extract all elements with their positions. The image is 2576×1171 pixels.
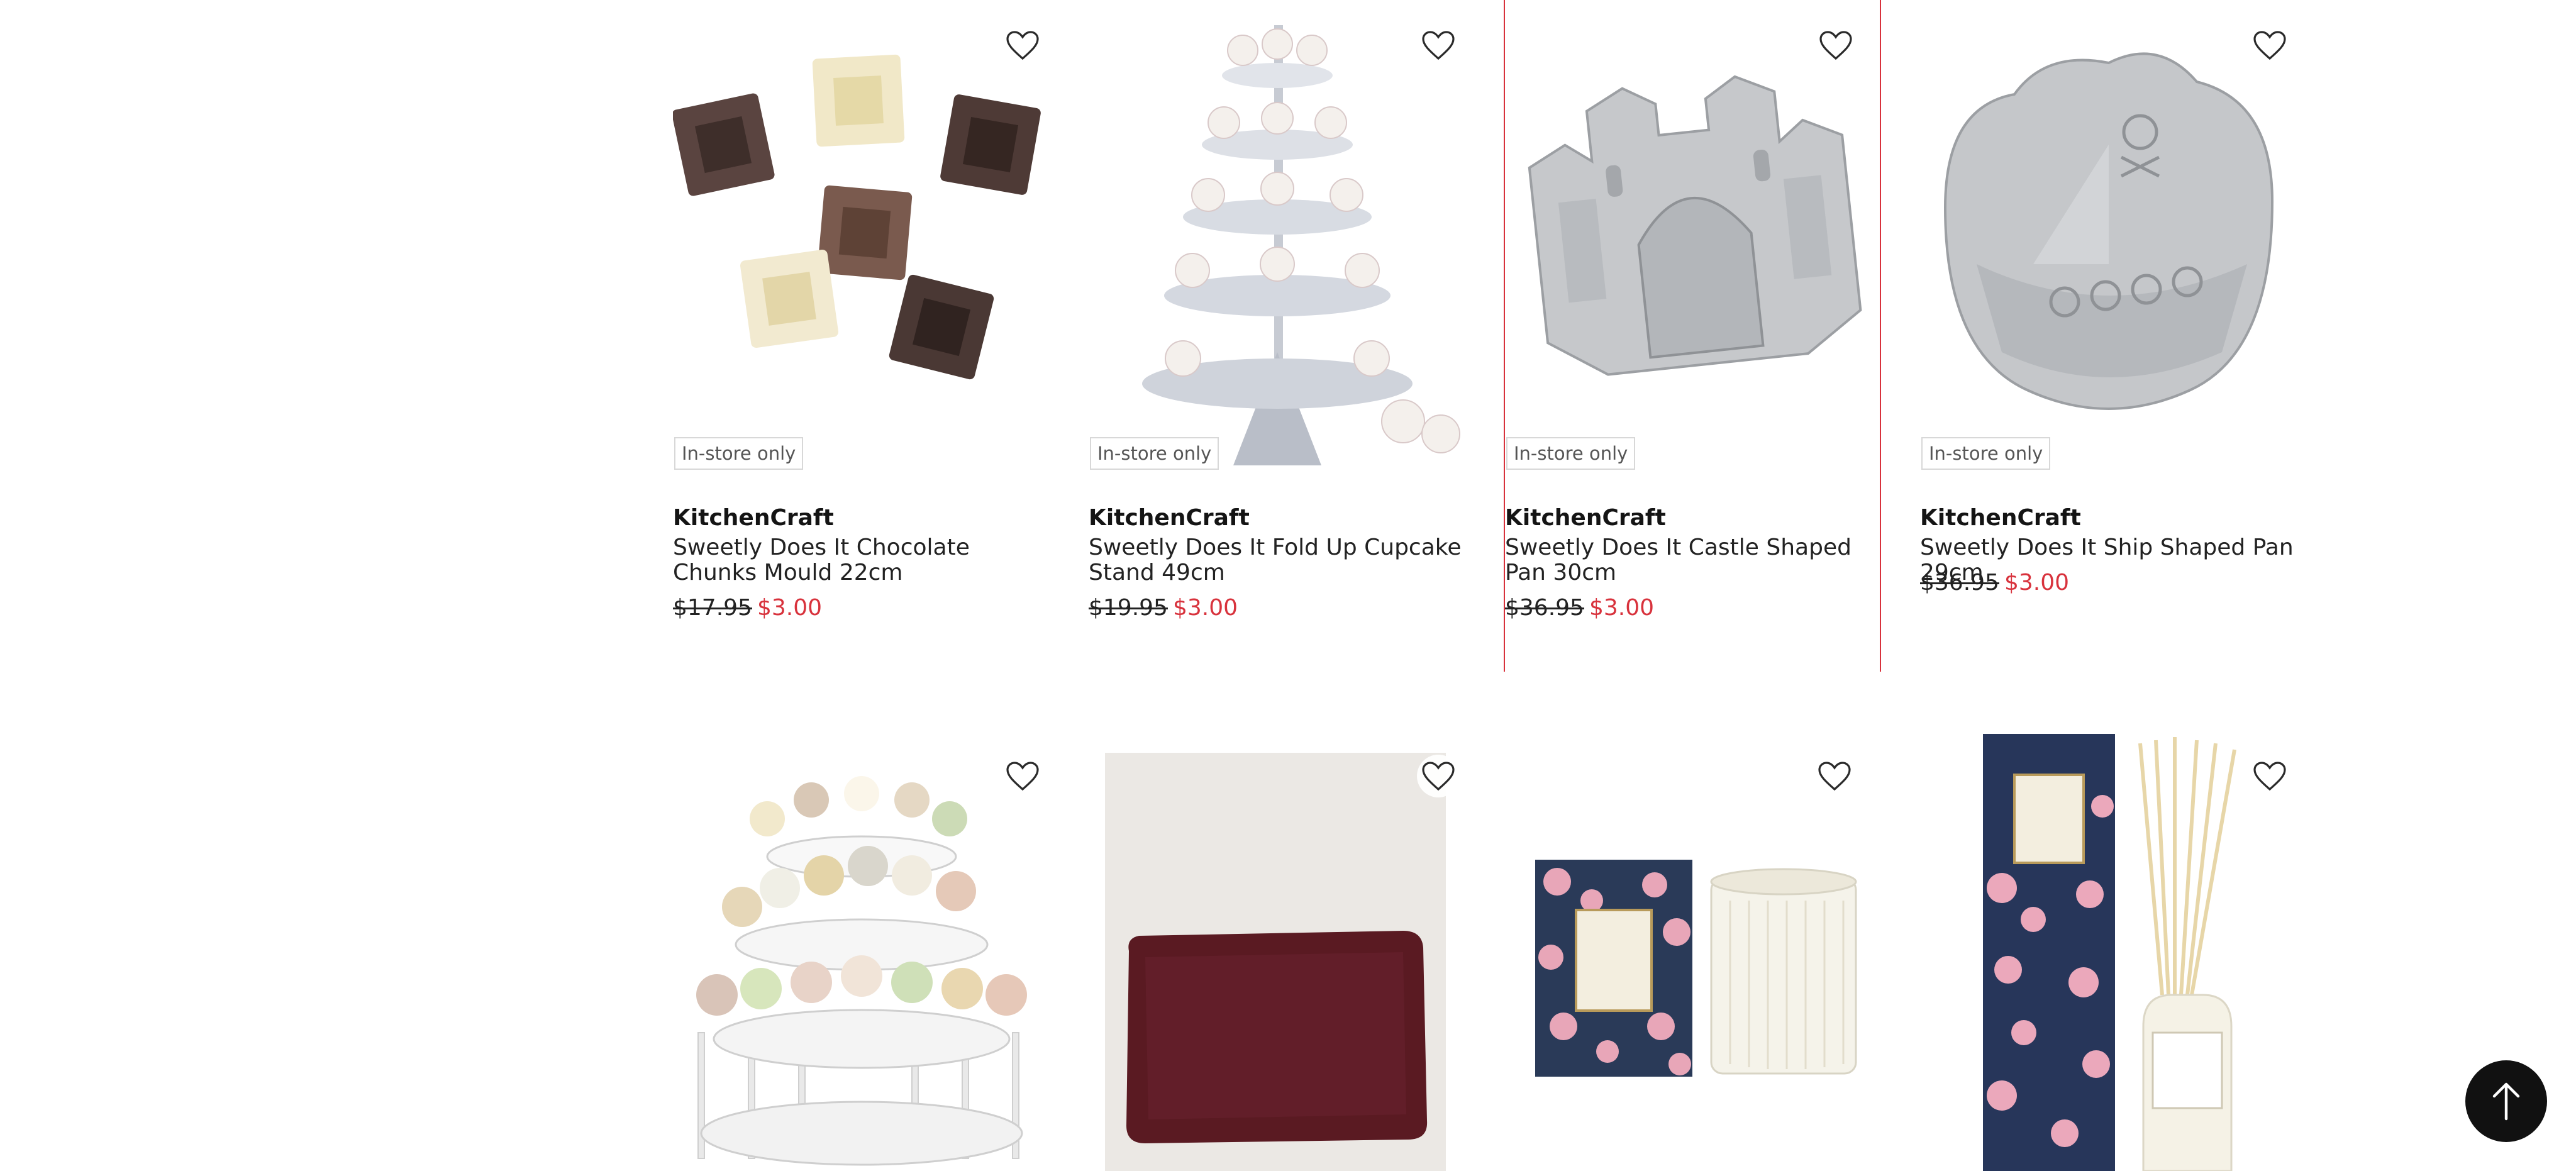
wishlist-heart-icon[interactable]	[1417, 24, 1460, 67]
product-image[interactable]	[1920, 731, 2297, 1171]
sale-price: $3.00	[2004, 570, 2070, 596]
product-image[interactable]	[673, 731, 1050, 1171]
scroll-to-top-button[interactable]	[2465, 1060, 2547, 1142]
product-image[interactable]	[1505, 0, 1882, 478]
product-card[interactable]: In-store only KitchenCraft Sweetly Does …	[673, 0, 1050, 667]
product-card[interactable]	[1504, 731, 1881, 1171]
in-store-only-badge: In-store only	[1921, 437, 2051, 470]
product-name[interactable]: Sweetly Does It Castle Shaped Pan 30cm	[1505, 535, 1876, 586]
price-row: $17.95 $3.00	[673, 595, 822, 621]
in-store-only-badge: In-store only	[1506, 437, 1636, 470]
original-price: $17.95	[673, 595, 752, 621]
product-brand[interactable]: KitchenCraft	[1505, 505, 1666, 531]
wishlist-heart-icon[interactable]	[2248, 755, 2291, 797]
original-price: $36.95	[1505, 595, 1584, 621]
in-store-only-badge: In-store only	[1090, 437, 1219, 470]
product-brand[interactable]: KitchenCraft	[673, 505, 834, 531]
product-card[interactable]	[1920, 731, 2297, 1171]
wishlist-heart-icon[interactable]	[1001, 24, 1044, 67]
product-card[interactable]	[673, 731, 1050, 1171]
price-row: $36.95 $3.00	[1920, 570, 2069, 596]
original-price: $19.95	[1089, 595, 1168, 621]
sale-price: $3.00	[1589, 595, 1655, 621]
wishlist-heart-icon[interactable]	[1814, 24, 1857, 67]
product-card[interactable]: In-store only KitchenCraft Sweetly Does …	[1920, 0, 2297, 667]
wishlist-heart-icon[interactable]	[1001, 755, 1044, 797]
product-image[interactable]	[1920, 0, 2297, 478]
product-name[interactable]: Sweetly Does It Chocolate Chunks Mould 2…	[673, 535, 1050, 586]
in-store-only-badge: In-store only	[674, 437, 804, 470]
wishlist-heart-icon[interactable]	[1813, 755, 1856, 797]
sale-price: $3.00	[1172, 595, 1238, 621]
product-image[interactable]	[1089, 731, 1466, 1171]
product-card[interactable]: In-store only KitchenCraft Sweetly Does …	[1504, 0, 1881, 672]
product-name[interactable]: Sweetly Does It Fold Up Cupcake Stand 49…	[1089, 535, 1466, 586]
price-row: $36.95 $3.00	[1505, 595, 1654, 621]
wishlist-heart-icon[interactable]	[2248, 24, 2291, 67]
price-row: $19.95 $3.00	[1089, 595, 1238, 621]
arrow-up-icon	[2492, 1082, 2520, 1121]
product-image[interactable]	[673, 0, 1050, 478]
sale-price: $3.00	[757, 595, 823, 621]
product-image[interactable]	[1089, 0, 1466, 478]
product-card[interactable]: In-store only KitchenCraft Sweetly Does …	[1089, 0, 1466, 667]
product-image[interactable]	[1504, 731, 1881, 1171]
product-grid: In-store only KitchenCraft Sweetly Does …	[0, 0, 2576, 1171]
original-price: $36.95	[1920, 570, 1999, 596]
product-brand[interactable]: KitchenCraft	[1089, 505, 1250, 531]
product-brand[interactable]: KitchenCraft	[1920, 505, 2081, 531]
product-card[interactable]	[1089, 731, 1466, 1171]
wishlist-heart-icon[interactable]	[1417, 755, 1460, 797]
